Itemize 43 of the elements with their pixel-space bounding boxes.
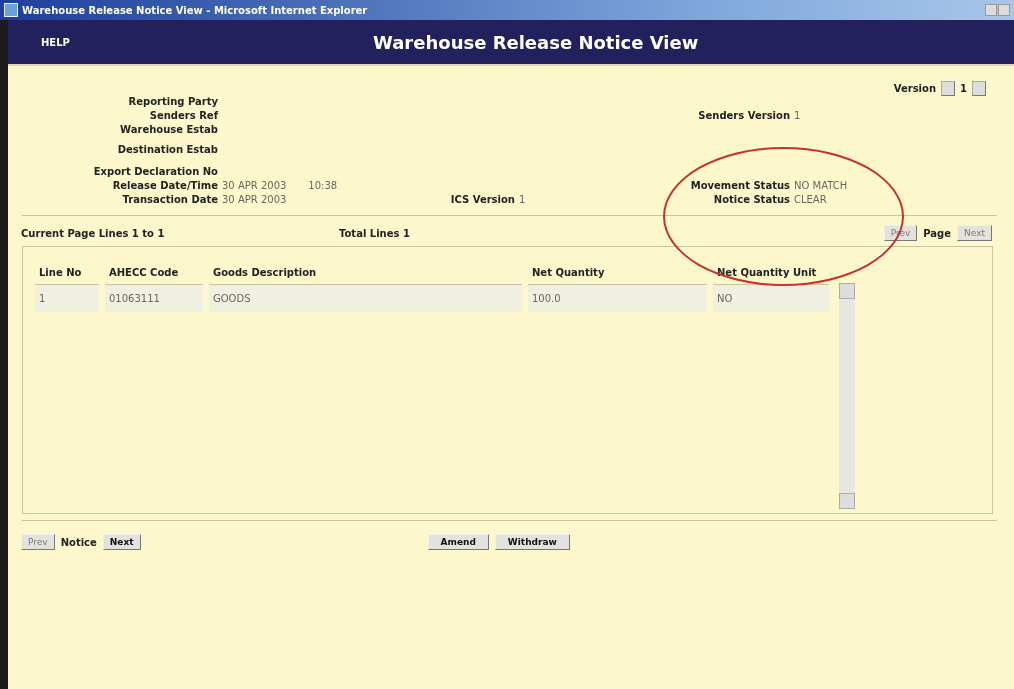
field-value: 10:38 (308, 180, 338, 191)
next-version-button[interactable] (972, 80, 986, 96)
page-title: Warehouse Release Notice View (373, 31, 699, 53)
maximize-button[interactable] (998, 4, 1010, 16)
scroll-up-button[interactable] (839, 283, 855, 299)
previous-version-button[interactable] (941, 80, 956, 96)
current-page-lines: Current Page Lines 1 to 1 (21, 227, 166, 239)
table-cell: 100.0 (528, 285, 707, 312)
notice-label: Notice (60, 536, 97, 548)
field-value: 1 (794, 110, 801, 121)
field-label: Movement Status (690, 180, 790, 191)
minimize-button[interactable] (985, 4, 997, 16)
version-number: 1 (960, 82, 967, 94)
browser-icon (4, 3, 18, 17)
field-label: Notice Status (713, 194, 790, 205)
table-cell: GOODS (209, 285, 522, 312)
field-label: Export Declaration No (93, 166, 218, 177)
table-cell: 1 (35, 285, 99, 312)
page-label: Page (923, 227, 952, 239)
field-label: Reporting Party (128, 96, 218, 107)
table-cell: NO (713, 285, 829, 312)
table-cell: 01063111 (105, 285, 203, 312)
next-notice-button[interactable]: Next (102, 534, 141, 550)
field-label: Warehouse Estab (120, 124, 218, 135)
field-value: 30 APR 2003 (222, 180, 287, 191)
field-value: NO MATCH (794, 180, 848, 191)
scrollbar[interactable] (839, 283, 855, 509)
field-label: ICS Version (450, 194, 515, 205)
version-label: Version (893, 82, 937, 94)
field-label: Destination Estab (117, 144, 218, 155)
scroll-down-button[interactable] (839, 493, 855, 509)
field-value: 30 APR 2003 (222, 194, 287, 205)
field-label: Senders Version (698, 110, 790, 121)
field-value: 1 (519, 194, 526, 205)
field-value: CLEAR (794, 194, 827, 205)
action-button[interactable]: Withdraw (494, 534, 570, 550)
window-title: Warehouse Release Notice View - Microsoft Internet Explorer (22, 4, 368, 16)
action-button[interactable]: Amend (427, 534, 489, 550)
help-link[interactable]: HELP (41, 36, 241, 48)
field-label: Release Date/Time (112, 180, 218, 191)
field-label: Transaction Date (122, 194, 218, 205)
total-lines: Total Lines 1 (339, 227, 410, 239)
field-label: Senders Ref (149, 110, 218, 121)
